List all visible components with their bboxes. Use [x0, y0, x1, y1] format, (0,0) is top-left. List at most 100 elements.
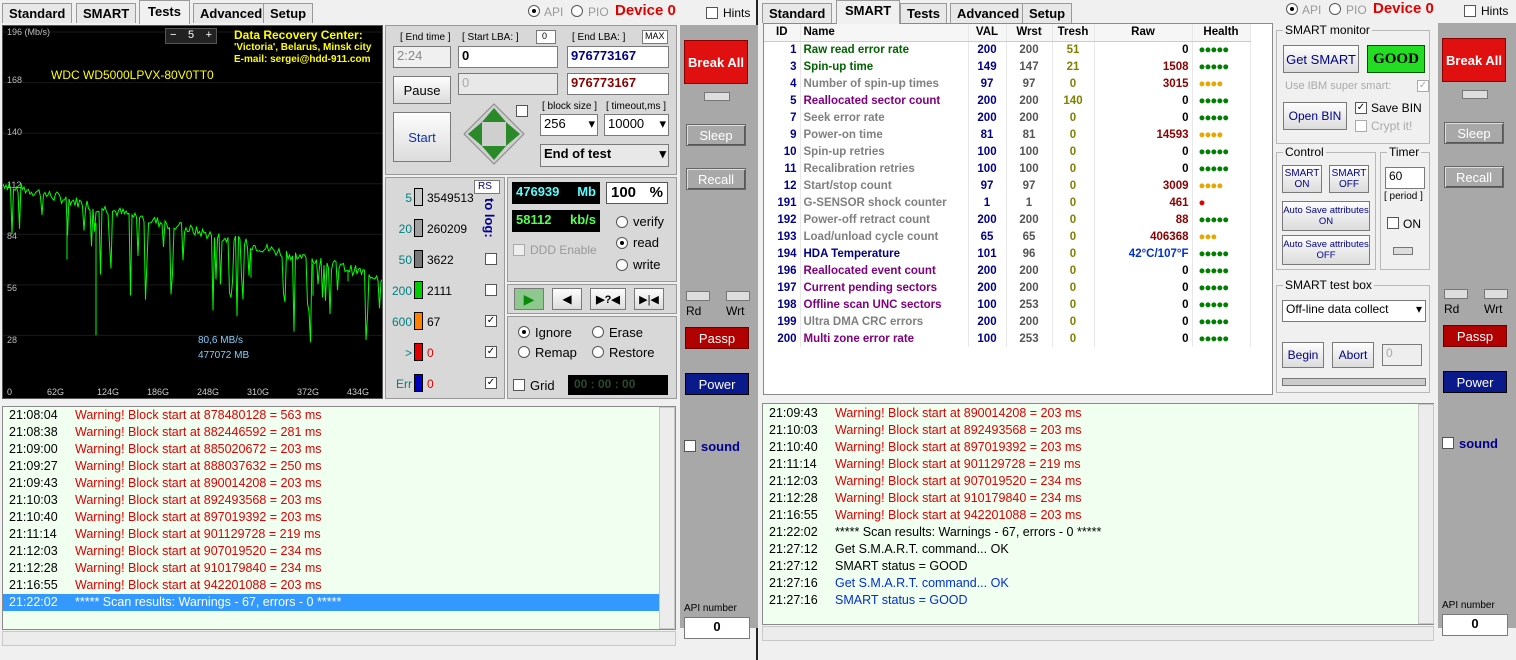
smart-column-header[interactable]: Name [800, 24, 969, 42]
smart-row[interactable]: 198 Offline scan UNC sectors 100 253 0 0 ●●●●● [764, 296, 1251, 313]
smart-column-header[interactable]: Tresh [1052, 24, 1095, 42]
abort-button[interactable]: Abort [1332, 342, 1374, 368]
device-label[interactable]: Device 0 [615, 2, 676, 19]
butterfly-button[interactable]: ▶|◀ [634, 288, 664, 310]
to-log-checkbox[interactable] [485, 284, 497, 296]
max-button[interactable]: MAX [642, 30, 668, 44]
smart-row[interactable]: 12 Start/stop count 97 97 0 3009 ●●●● [764, 177, 1251, 194]
tab-setup[interactable]: Setup [263, 3, 314, 23]
recall-button[interactable]: Recall [1444, 166, 1504, 188]
write-radio[interactable] [616, 259, 628, 271]
right-log[interactable]: 21:09:43 Warning! Block start at 89001420… [762, 403, 1434, 625]
break-all-button[interactable]: Break All [684, 40, 748, 84]
to-log-checkbox[interactable] [485, 253, 497, 265]
smart-row[interactable]: 3 Spin-up time 149 147 21 1508 ●●●●● [764, 58, 1251, 75]
restore-radio[interactable] [592, 346, 604, 358]
tab-tests[interactable]: Tests [139, 0, 190, 24]
tab-standard[interactable]: Standard [762, 3, 833, 23]
begin-button[interactable]: Begin [1282, 342, 1324, 368]
sleep-button[interactable]: Sleep [686, 124, 746, 146]
smart-row[interactable]: 193 Load/unload cycle count 65 65 0 406368 ●●● [764, 228, 1251, 245]
smart-column-header[interactable]: ID [764, 24, 801, 42]
smart-row[interactable]: 9 Power-on time 81 81 0 14593 ●●●● [764, 126, 1251, 143]
sound-checkbox[interactable] [1442, 437, 1454, 449]
pause-button[interactable]: Pause [393, 76, 451, 104]
ignore-radio[interactable] [518, 326, 530, 338]
end-time-input[interactable]: 2:24 [393, 46, 451, 68]
zoom-plus-icon[interactable]: + [206, 29, 212, 43]
auto-save-off-button[interactable]: Auto Save attributes OFF [1282, 235, 1370, 265]
left-log[interactable]: 21:08:04 Warning! Block start at 87848012… [2, 406, 676, 630]
pad-checkbox[interactable] [516, 105, 528, 117]
rewind-button[interactable]: ◀ [552, 288, 582, 310]
power-button[interactable]: Power [1443, 371, 1507, 393]
hints-checkbox[interactable] [706, 7, 718, 19]
erase-radio[interactable] [592, 326, 604, 338]
end-of-test-select[interactable]: End of test ▾ [540, 144, 669, 167]
smart-row[interactable]: 199 Ultra DMA CRC errors 200 200 0 0 ●●●●● [764, 313, 1251, 330]
power-button[interactable]: Power [685, 373, 749, 395]
zoom-minus-icon[interactable]: − [170, 29, 176, 43]
ddd-checkbox[interactable] [513, 244, 525, 256]
test-number-input[interactable]: 0 [1382, 344, 1422, 366]
smart-on-button[interactable]: SMART ON [1282, 165, 1322, 193]
start-button[interactable]: Start [393, 112, 451, 162]
smart-column-header[interactable]: VAL [968, 24, 1007, 42]
recall-button[interactable]: Recall [686, 168, 746, 190]
passp-button[interactable]: Passp [1443, 325, 1507, 347]
pio-radio[interactable] [571, 5, 583, 17]
left-log-hscrollbar[interactable] [2, 631, 676, 646]
smart-row[interactable]: 11 Recalibration retries 100 100 0 0 ●●●●● [764, 160, 1251, 177]
smart-column-header[interactable]: Wrst [1006, 24, 1053, 42]
hints-checkbox[interactable] [1464, 5, 1476, 17]
api-radio[interactable] [1286, 3, 1298, 15]
block-size-select[interactable]: 256 ▾ [540, 114, 598, 136]
random-seek-button[interactable]: ▶?◀ [590, 288, 626, 310]
smart-row[interactable]: 191 G-SENSOR shock counter 1 1 0 461 ● [764, 194, 1251, 211]
right-log-scrollbar[interactable] [1418, 404, 1434, 624]
break-all-button[interactable]: Break All [1442, 38, 1506, 82]
ibm-checkbox[interactable]: ✓ [1417, 80, 1429, 92]
smart-row[interactable]: 192 Power-off retract count 200 200 0 88 ●●●●● [764, 211, 1251, 228]
passp-button[interactable]: Passp [685, 327, 749, 349]
smart-column-header[interactable]: Health [1192, 24, 1251, 42]
right-log-hscrollbar[interactable] [762, 626, 1434, 641]
get-smart-button[interactable]: Get SMART [1283, 45, 1359, 73]
to-log-checkbox[interactable]: ✓ [485, 377, 497, 389]
smart-row[interactable]: 196 Reallocated event count 200 200 0 0 ●●●●● [764, 262, 1251, 279]
start-lba-box[interactable]: 0 [536, 30, 556, 44]
tab-advanced[interactable]: Advanced [193, 3, 270, 23]
tab-tests[interactable]: Tests [900, 3, 947, 23]
test-select[interactable]: Off-line data collect ▾ [1282, 300, 1426, 322]
to-log-checkbox[interactable]: ✓ [485, 315, 497, 327]
smart-row[interactable]: 4 Number of spin-up times 97 97 0 3015 ●●●● [764, 75, 1251, 92]
open-bin-button[interactable]: Open BIN [1283, 102, 1347, 130]
zoom-spinner[interactable]: −5 + [165, 28, 217, 44]
tab-smart[interactable]: SMART [836, 0, 901, 24]
timeout-select[interactable]: 10000 ▾ [604, 114, 669, 136]
pio-radio[interactable] [1329, 3, 1341, 15]
tab-advanced[interactable]: Advanced [950, 3, 1027, 23]
smart-row[interactable]: 1 Raw read error rate 200 200 51 0 ●●●●● [764, 41, 1251, 58]
api-number-input[interactable]: 0 [684, 617, 750, 639]
start-lba-input[interactable]: 0 [458, 46, 558, 68]
smart-column-header[interactable]: Raw [1094, 24, 1193, 42]
api-radio[interactable] [528, 5, 540, 17]
crypt-checkbox[interactable] [1355, 120, 1367, 132]
api-number-input[interactable]: 0 [1442, 614, 1508, 636]
left-log-scrollbar[interactable] [659, 407, 675, 629]
to-log-checkbox[interactable]: ✓ [485, 346, 497, 358]
tab-setup[interactable]: Setup [1022, 3, 1073, 23]
verify-radio[interactable] [616, 216, 628, 228]
save-bin-checkbox[interactable]: ✓ [1355, 102, 1367, 114]
sound-checkbox[interactable] [684, 440, 696, 452]
tab-smart[interactable]: SMART [76, 3, 137, 23]
smart-row[interactable]: 10 Spin-up retries 100 100 0 0 ●●●●● [764, 143, 1251, 160]
read-radio[interactable] [616, 237, 628, 249]
smart-off-button[interactable]: SMART OFF [1329, 165, 1369, 193]
play-button[interactable]: ▶ [514, 288, 544, 310]
grid-checkbox[interactable] [513, 379, 525, 391]
smart-row[interactable]: 7 Seek error rate 200 200 0 0 ●●●●● [764, 109, 1251, 126]
end-lba-input[interactable]: 976773167 [567, 46, 669, 68]
smart-row[interactable]: 200 Multi zone error rate 100 253 0 0 ●●●●● [764, 330, 1251, 347]
